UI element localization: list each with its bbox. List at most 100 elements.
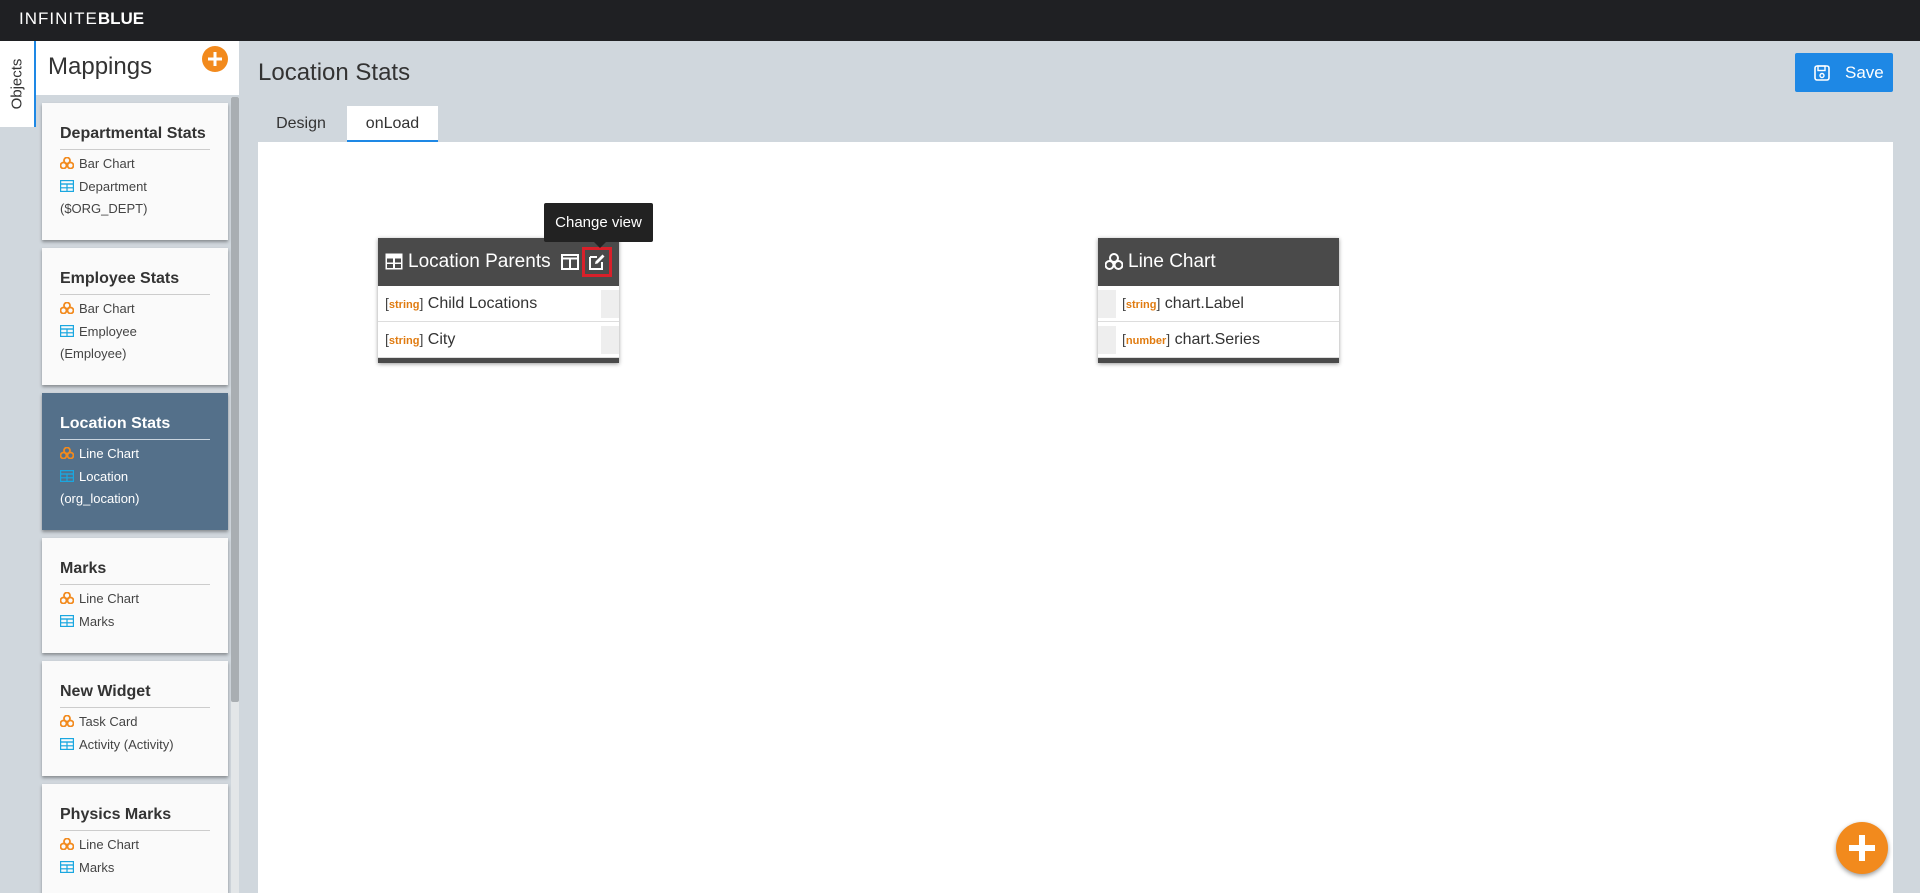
mappings-title: Mappings — [48, 53, 153, 80]
cubes-icon — [60, 715, 74, 727]
sidebar-scrollbar-thumb[interactable] — [231, 97, 239, 702]
change-view-button[interactable] — [582, 247, 612, 277]
mappings-header: Mappings — [36, 41, 239, 95]
mapping-card-chart-label: Bar Chart — [79, 301, 135, 316]
cubes-icon — [60, 592, 74, 604]
table-icon — [60, 861, 74, 873]
mapping-card-chart: Task Card — [60, 711, 218, 733]
mapping-card-chart-label: Line Chart — [79, 837, 139, 852]
connector-port[interactable] — [1098, 290, 1116, 318]
node-title: Line Chart — [1128, 251, 1216, 272]
mapping-card-title: New Widget — [60, 683, 210, 708]
save-button-label: Save — [1845, 63, 1884, 82]
node-footer — [378, 358, 619, 363]
node-field-row[interactable]: [string] chart.Label — [1098, 286, 1339, 322]
mapping-card-physics-marks[interactable]: Physics Marks Line Chart Marks — [42, 784, 228, 893]
mapping-card-source-label: Marks — [79, 614, 115, 629]
save-icon — [1814, 65, 1830, 81]
add-mapping-button[interactable] — [202, 46, 228, 72]
mapping-card-chart: Line Chart — [60, 588, 218, 610]
mapping-card-new-widget[interactable]: New Widget Task Card Activity (Activity) — [42, 661, 228, 776]
node-field: [string] Child Locations — [385, 295, 538, 312]
mapping-card-source: Marks — [60, 611, 218, 633]
mapping-card-title: Location Stats — [60, 415, 210, 440]
mapping-card-source-detail: ($ORG_DEPT) — [60, 201, 148, 216]
mapping-card-employee-stats[interactable]: Employee Stats Bar Chart Employee (Emplo… — [42, 248, 228, 385]
node-field: [number] chart.Series — [1122, 331, 1260, 348]
mapping-card-source: Location — [60, 466, 218, 488]
page-title: Location Stats — [258, 59, 411, 86]
mapping-card-location-stats[interactable]: Location Stats Line Chart Location (org_… — [42, 393, 228, 530]
table-icon — [60, 470, 74, 482]
mapping-card-source: Activity (Activity) — [60, 734, 218, 756]
columns-view-button[interactable] — [560, 252, 580, 272]
node-field-row[interactable]: [number] chart.Series — [1098, 322, 1339, 358]
field-type: string — [388, 335, 420, 347]
mapping-card-chart: Line Chart — [60, 834, 218, 856]
mapping-card-source: Department — [60, 176, 218, 198]
node-header[interactable]: Line Chart — [1098, 238, 1339, 286]
tab-design[interactable]: Design — [258, 106, 344, 142]
mapping-card-chart-label: Line Chart — [79, 446, 139, 461]
field-name: City — [427, 331, 456, 348]
connector-port[interactable] — [1098, 326, 1116, 354]
mapping-card-source: Employee — [60, 321, 218, 343]
node-header[interactable]: Location Parents — [378, 238, 619, 286]
mapping-card-source-label: Activity (Activity) — [79, 737, 174, 752]
mapping-card-source: Marks — [60, 857, 218, 879]
connector-port[interactable] — [601, 290, 619, 318]
mapping-card-departmental-stats[interactable]: Departmental Stats Bar Chart Department … — [42, 103, 228, 240]
mapping-card-source-label: Employee — [79, 324, 137, 339]
cubes-icon — [60, 838, 74, 850]
mapping-card-source-label: Department — [79, 179, 147, 194]
node-field: [string] chart.Label — [1122, 295, 1244, 312]
mapping-card-title: Departmental Stats — [60, 125, 210, 150]
table-icon — [60, 325, 74, 337]
mapping-card-source-detail: (Employee) — [60, 346, 127, 361]
mapping-card-title: Employee Stats — [60, 270, 210, 295]
table-icon — [60, 615, 74, 627]
top-bar: INFINITEBLUE — [0, 0, 1920, 41]
tab-onload[interactable]: onLoad — [347, 106, 438, 142]
node-field-row[interactable]: [string] Child Locations — [378, 286, 619, 322]
node-location-parents[interactable]: Location Parents [string] Child Location… — [378, 238, 619, 363]
node-field: [string] City — [385, 331, 456, 348]
field-name: chart.Label — [1164, 295, 1244, 312]
table-icon — [385, 253, 403, 270]
mapping-card-chart-label: Task Card — [79, 714, 138, 729]
mapping-card-title: Physics Marks — [60, 806, 210, 831]
add-node-fab[interactable] — [1836, 822, 1888, 874]
plus-circle-icon — [208, 52, 222, 66]
mapping-card-source-label: Location — [79, 469, 129, 484]
node-line-chart[interactable]: Line Chart [string] chart.Label [number]… — [1098, 238, 1339, 363]
mappings-panel: Mappings Departmental Stats Bar Chart De… — [36, 41, 239, 893]
objects-tab-label: Objects — [8, 58, 26, 110]
cubes-icon — [60, 157, 74, 169]
field-type: number — [1125, 335, 1167, 347]
objects-tab[interactable]: Objects — [0, 41, 36, 127]
cubes-icon — [60, 447, 74, 459]
cubes-icon — [60, 302, 74, 314]
connector-port[interactable] — [601, 326, 619, 354]
node-title: Location Parents — [408, 251, 551, 272]
table-icon — [60, 738, 74, 750]
node-field-row[interactable]: [string] City — [378, 322, 619, 358]
save-button[interactable]: Save — [1795, 53, 1893, 92]
edit-icon — [589, 254, 605, 270]
columns-icon — [561, 254, 579, 270]
field-name: Child Locations — [427, 295, 538, 312]
app-logo[interactable]: INFINITEBLUE — [19, 9, 144, 29]
field-type: string — [388, 299, 420, 311]
mapping-card-chart: Bar Chart — [60, 153, 218, 175]
field-name: chart.Series — [1174, 331, 1260, 348]
logo-text-thin: INFINITE — [19, 9, 98, 28]
node-footer — [1098, 358, 1339, 363]
cubes-icon — [1105, 253, 1123, 270]
field-type: string — [1125, 299, 1157, 311]
mapping-card-chart: Line Chart — [60, 443, 218, 465]
change-view-tooltip: Change view — [544, 203, 653, 248]
mapping-card-marks[interactable]: Marks Line Chart Marks — [42, 538, 228, 653]
plus-icon — [1849, 835, 1875, 861]
logo-text-bold: BLUE — [97, 9, 145, 28]
mapping-card-chart: Bar Chart — [60, 298, 218, 320]
